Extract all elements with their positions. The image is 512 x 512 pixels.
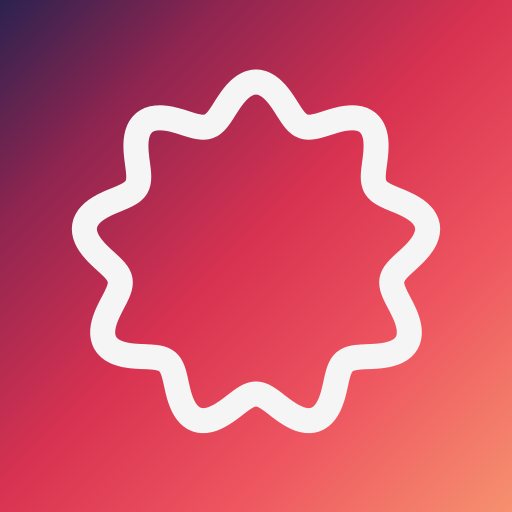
app-icon [0,0,512,512]
app-icon-graphic [0,0,512,512]
